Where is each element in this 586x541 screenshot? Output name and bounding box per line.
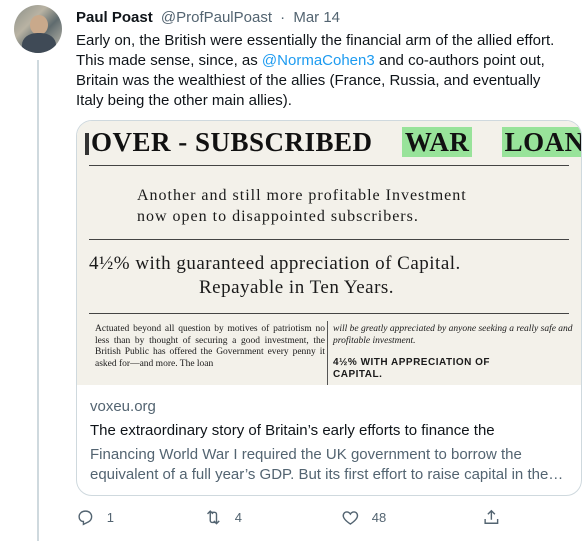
link-card[interactable]: OVER - SUBSCRIBED WAR LOAN. Another and …: [76, 120, 582, 496]
headline-part1: OVER - SUBSCRIBED: [91, 127, 373, 157]
newspaper-column-right-head-line2: CAPITAL.: [333, 369, 383, 380]
like-button[interactable]: 48: [341, 508, 386, 527]
mention-link[interactable]: @NormaCohen3: [262, 52, 375, 69]
thread-line: [37, 60, 39, 541]
reply-icon: [78, 510, 93, 526]
newspaper-column-right-head: 4½% WITH APPRECIATION OF CAPITAL.: [333, 357, 573, 381]
card-body[interactable]: voxeu.org The extraordinary story of Bri…: [90, 397, 570, 485]
avatar-body: [22, 33, 56, 53]
newspaper-margin-rule: [85, 133, 89, 155]
avatar[interactable]: [14, 5, 62, 53]
like-count: 48: [371, 509, 387, 525]
tweet-actions: 1 4 48: [76, 508, 576, 530]
newspaper-divider: [89, 239, 569, 240]
handle[interactable]: @ProfPaulPoast: [161, 9, 272, 26]
retweet-count: 4: [234, 509, 242, 525]
retweet-icon: [207, 510, 220, 525]
like-icon: [342, 511, 359, 525]
newspaper-column-divider: [327, 321, 328, 385]
newspaper-column-right: will be greatly appreciated by anyone se…: [333, 324, 573, 346]
card-title: The extraordinary story of Britain’s ear…: [90, 422, 495, 439]
card-description: Financing World War I required the UK go…: [90, 446, 564, 483]
newspaper-rate-line: 4½% with guaranteed appreciation of Capi…: [89, 253, 461, 274]
reply-count: 1: [106, 509, 114, 525]
newspaper-subline-2: now open to disappointed subscribers.: [137, 208, 419, 225]
headline-highlight-war: WAR: [401, 127, 473, 157]
newspaper-headline: OVER - SUBSCRIBED WAR LOAN.: [91, 127, 581, 158]
newspaper-repay-line: Repayable in Ten Years.: [199, 277, 395, 298]
share-icon: [484, 509, 499, 524]
newspaper-subline-1: Another and still more profitable Invest…: [137, 187, 467, 204]
reply-button[interactable]: 1: [76, 508, 114, 527]
newspaper-divider: [89, 313, 569, 314]
headline-highlight-loan: LOAN.: [501, 127, 581, 157]
retweet-button[interactable]: 4: [204, 508, 242, 527]
newspaper-column-right-head-line1: 4½% WITH APPRECIATION OF: [333, 357, 491, 368]
separator: ·: [280, 9, 286, 26]
display-name[interactable]: Paul Poast: [76, 9, 153, 26]
newspaper-column-left: Actuated beyond all question by motives …: [95, 324, 325, 369]
avatar-face: [30, 15, 48, 35]
newspaper-divider: [89, 165, 569, 166]
tweet-header: Paul Poast @ProfPaulPoast · Mar 14: [76, 9, 340, 26]
tweet-text: Early on, the British were essentially t…: [76, 31, 572, 111]
share-button[interactable]: [482, 508, 501, 527]
tweet-date[interactable]: Mar 14: [293, 9, 340, 26]
card-image[interactable]: OVER - SUBSCRIBED WAR LOAN. Another and …: [77, 121, 581, 385]
card-domain: voxeu.org: [90, 398, 156, 415]
